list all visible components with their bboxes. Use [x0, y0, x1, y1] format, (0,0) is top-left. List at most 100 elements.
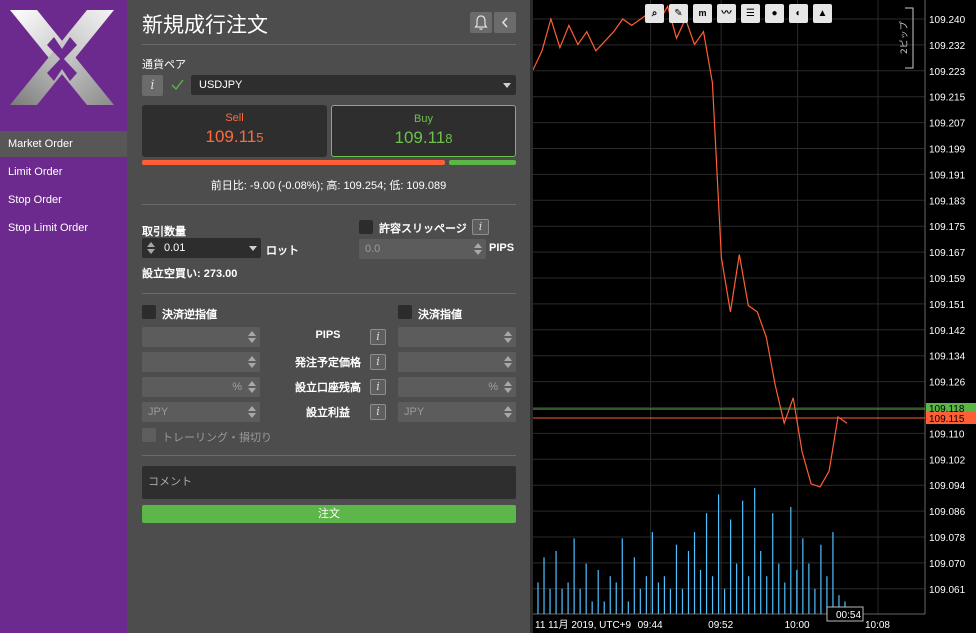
symbol-value: USDJPY	[199, 79, 243, 91]
account-icon[interactable]: ▲	[813, 4, 832, 23]
symbol-select[interactable]: USDJPY	[191, 75, 516, 95]
x-tick-label: 10:00	[785, 620, 810, 631]
slippage-placeholder: 0.0	[365, 243, 381, 255]
sidebar-item-stop-limit-order[interactable]: Stop Limit Order	[0, 215, 127, 241]
buy-label: Buy	[414, 113, 433, 125]
slippage-checkbox[interactable]	[359, 220, 373, 234]
quantity-unit: ロット	[266, 245, 299, 257]
bid-price-label: 109.115	[929, 414, 965, 425]
timeframe-icon[interactable]: m	[693, 4, 712, 23]
y-tick-label: 109.232	[929, 41, 966, 52]
take-profit-price-input[interactable]	[398, 352, 516, 372]
y-tick-label: 109.078	[929, 533, 966, 544]
stepper-arrows-icon[interactable]	[504, 330, 512, 344]
sidebar-item-market-order[interactable]: Market Order	[0, 131, 127, 157]
collapse-panel-button[interactable]	[494, 12, 516, 33]
place-order-button[interactable]: 注文	[142, 505, 516, 523]
stepper-arrows-icon[interactable]	[248, 330, 256, 344]
buy-button[interactable]: Buy 109.118	[331, 105, 516, 157]
trailing-stop-label: トレーリング・損切り	[162, 432, 272, 444]
y-tick-label: 109.240	[929, 15, 966, 26]
take-profit-checkbox[interactable]	[398, 305, 412, 319]
y-tick-label: 109.134	[929, 352, 966, 363]
trailing-stop-checkbox[interactable]	[142, 428, 156, 442]
profit-info-icon[interactable]: i	[370, 404, 386, 420]
sell-label: Sell	[225, 112, 244, 124]
price-chart[interactable]: 109.240 109.232 109.223 109.215 109.207 109.1…	[533, 0, 976, 633]
y-tick-label: 109.070	[929, 559, 966, 570]
stepper-arrows-icon[interactable]	[248, 355, 256, 369]
y-tick-label: 109.167	[929, 248, 966, 259]
y-tick-label: 109.110	[929, 429, 965, 440]
line-chart-icon[interactable]: 〰	[717, 4, 736, 23]
stepper-arrows-icon[interactable]	[147, 241, 155, 255]
stop-loss-price-input[interactable]	[142, 352, 260, 372]
stepper-arrows-icon[interactable]	[504, 405, 512, 419]
stepper-arrows-icon[interactable]	[504, 355, 512, 369]
stepper-arrows-icon[interactable]	[474, 242, 482, 256]
chart-canvas[interactable]: 109.240 109.232 109.223 109.215 109.207 109.1…	[533, 0, 976, 633]
zoom-icon[interactable]: ⌕	[645, 4, 664, 23]
draw-tool-icon[interactable]: ●	[765, 4, 784, 23]
chevron-down-icon	[503, 83, 511, 88]
alert-bell-button[interactable]	[470, 12, 492, 33]
comment-input[interactable]: コメント	[142, 466, 516, 499]
take-profit-balance-input[interactable]: %	[398, 377, 516, 397]
x-tick-label: 09:52	[708, 620, 733, 631]
sidebar-item-stop-order[interactable]: Stop Order	[0, 187, 127, 213]
pip-scale-label: 2ピップ	[899, 21, 910, 54]
stop-loss-pips-input[interactable]	[142, 327, 260, 347]
sidebar-item-limit-order[interactable]: Limit Order	[0, 159, 127, 185]
slippage-input[interactable]: 0.0	[359, 239, 486, 259]
quantity-value: 0.01	[164, 242, 186, 254]
take-profit-profit-input[interactable]: JPY	[398, 402, 516, 422]
slippage-unit: PIPS	[489, 242, 515, 254]
stop-loss-profit-input[interactable]: JPY	[142, 402, 260, 422]
chevron-down-icon[interactable]	[249, 246, 257, 251]
stepper-arrows-icon[interactable]	[504, 380, 512, 394]
divider	[142, 293, 516, 294]
sidebar: Market Order Limit Order Stop Order Stop…	[0, 0, 127, 633]
y-tick-label: 109.159	[929, 274, 966, 285]
chart-settings-icon[interactable]: ✎	[669, 4, 688, 23]
balance-info-icon[interactable]: i	[370, 379, 386, 395]
y-tick-label: 109.151	[929, 300, 966, 311]
currency-pair-label: 通貨ペア	[142, 59, 186, 71]
y-tick-label: 109.102	[929, 455, 966, 466]
y-tick-label: 109.094	[929, 481, 966, 492]
stop-loss-balance-input[interactable]: %	[142, 377, 260, 397]
quantity-stepper[interactable]: 0.01	[142, 238, 261, 258]
slippage-info-icon[interactable]: i	[472, 219, 489, 235]
sell-button[interactable]: Sell 109.115	[142, 105, 327, 157]
buying-power-text: 設立空買い: 273.00	[142, 268, 238, 280]
time-badge: 00:54	[836, 610, 861, 621]
y-tick-label: 109.191	[929, 170, 966, 181]
y-tick-label: 109.086	[929, 507, 966, 518]
take-profit-pips-input[interactable]	[398, 327, 516, 347]
y-tick-label: 109.207	[929, 119, 966, 130]
pips-info-icon[interactable]: i	[370, 329, 386, 345]
stop-loss-checkbox[interactable]	[142, 305, 156, 319]
symbol-info-icon[interactable]: i	[142, 75, 163, 96]
page-title: 新規成行注文	[142, 13, 268, 37]
stepper-arrows-icon[interactable]	[248, 405, 256, 419]
theme-icon[interactable]: ◐	[789, 4, 808, 23]
y-tick-label: 109.223	[929, 67, 966, 78]
y-tick-label: 109.126	[929, 378, 966, 389]
stepper-arrows-icon[interactable]	[248, 380, 256, 394]
y-tick-label: 109.183	[929, 196, 966, 207]
checkmark-icon	[171, 79, 184, 91]
divider	[142, 44, 516, 45]
buy-price: 109.118	[394, 128, 453, 147]
quantity-label: 取引数量	[142, 226, 186, 238]
y-tick-label: 109.142	[929, 326, 966, 337]
y-tick-label: 109.215	[929, 93, 966, 104]
take-profit-label: 決済指値	[418, 309, 462, 321]
slippage-label: 許容スリッページ	[379, 223, 467, 235]
x-tick-label: 11 11月 2019, UTC+9	[535, 619, 632, 631]
divider	[142, 455, 516, 456]
indicator-list-icon[interactable]: ☰	[741, 4, 760, 23]
price-info-icon[interactable]: i	[370, 354, 386, 370]
x-tick-label: 09:44	[638, 620, 663, 631]
chevron-left-icon	[501, 17, 508, 28]
